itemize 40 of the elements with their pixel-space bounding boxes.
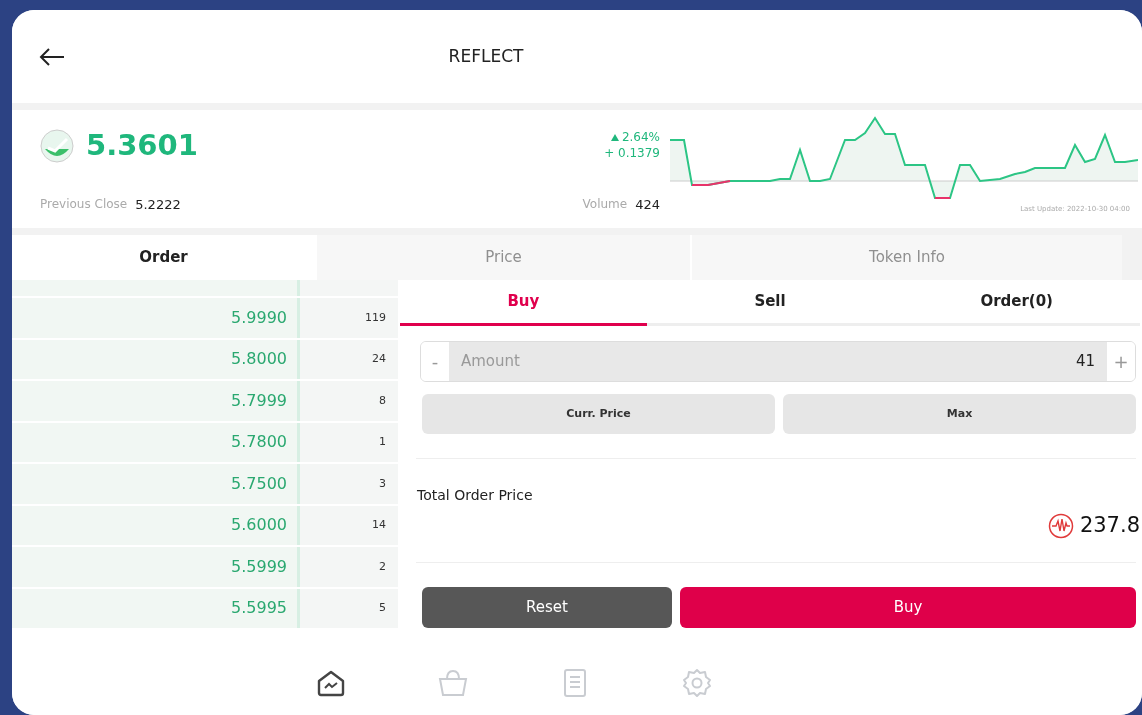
tab[interactable]: Order [12,235,315,280]
currency-icon [1047,512,1074,539]
order-quantity: 1 [300,422,398,462]
change-amount: + 0.1379 [604,145,660,162]
reset-button[interactable]: Reset [422,586,672,628]
order-price: 5.6000 [12,505,300,545]
token-logo-icon [40,128,74,163]
volume-value: 424 [635,195,660,214]
previous-close-value: 5.2222 [135,195,181,214]
quick-fill-button[interactable]: Max [783,394,1136,434]
up-triangle-icon [610,134,619,142]
order-quantity: 2 [300,547,398,587]
order-quantity: 14 [300,505,398,545]
amount-stepper[interactable]: - Amount 41 + [420,341,1136,382]
amount-placeholder: Amount [461,351,520,373]
order-quantity: 5 [300,588,398,628]
back-arrow-icon[interactable] [38,46,66,67]
quick-fill-button[interactable]: Curr. Price [422,394,775,434]
order-price: 5.7800 [12,422,300,462]
change-percent: 2.64% [621,130,660,146]
order-quantity: 119 [300,298,398,338]
total-order-price: 237.8 [1079,512,1140,539]
amount-value: 41 [1075,351,1095,373]
buy-button[interactable]: Buy [680,586,1136,628]
current-price: 5.3601 [86,127,198,164]
order-price: 5.7999 [12,381,300,421]
order-price: 5.5995 [12,588,300,628]
order-price: 5.9990 [12,298,300,338]
previous-close-label: Previous Close [40,196,128,214]
order-quantity: 8 [300,381,398,421]
volume-label: Volume [582,196,628,214]
page-title: REFLECT [447,44,525,68]
total-order-price-label: Total Order Price [417,486,534,505]
settings-icon[interactable] [681,666,713,699]
order-quantity: 3 [300,464,398,504]
amount-field[interactable]: Amount 41 [449,342,1107,381]
order-price: 5.5999 [12,547,300,587]
order-quantity: 24 [300,339,398,379]
order-price: 5.8000 [12,339,300,379]
order-price: 5.7500 [12,464,300,504]
